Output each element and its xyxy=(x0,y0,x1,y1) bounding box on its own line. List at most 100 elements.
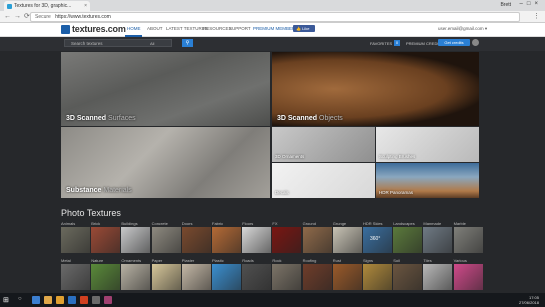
tile-label-rest: Surfaces xyxy=(108,115,136,122)
tab-title: Textures for 3D, graphic... xyxy=(14,3,72,9)
category-thumbnail xyxy=(302,227,332,253)
category-floors[interactable]: Floors xyxy=(242,221,272,253)
category-fabric[interactable]: Fabric xyxy=(212,221,241,253)
category-thumbnail: 360° xyxy=(363,227,392,253)
tile-label-lead: 3D Scanned xyxy=(277,115,318,122)
nav-resources[interactable]: RESOURCES xyxy=(203,26,232,31)
tile-3d-ornaments[interactable]: 3D Ornaments xyxy=(272,127,375,162)
category-metal[interactable]: Metal xyxy=(61,258,90,290)
app-icon[interactable] xyxy=(80,296,88,304)
tile-hdr-panoramas[interactable]: HDR Panoramas xyxy=(376,163,479,198)
site-logo[interactable]: textures.com xyxy=(72,24,126,34)
category-thumbnail xyxy=(61,227,90,253)
tile-decals[interactable]: Decals xyxy=(272,163,375,198)
tile-label-lead: 3D Scanned xyxy=(66,115,107,122)
category-hdr-skies[interactable]: HDR Skies 360° xyxy=(363,221,392,253)
search-filter-select[interactable]: All xyxy=(150,41,154,46)
category-concrete[interactable]: Concrete xyxy=(151,221,181,253)
security-indicator[interactable]: Secure xyxy=(35,14,51,20)
tile-label-lead: Substance xyxy=(66,187,102,194)
favorites-link[interactable]: FAVORITES xyxy=(370,41,392,46)
category-plaster[interactable]: Plaster xyxy=(181,258,211,290)
photo-textures-heading: Photo Textures xyxy=(61,208,121,218)
category-nature[interactable]: Nature xyxy=(91,258,121,290)
category-landscapes[interactable]: Landscapes xyxy=(393,221,423,253)
category-thumbnail xyxy=(332,264,362,290)
user-avatar-icon[interactable] xyxy=(472,39,479,46)
category-tiles[interactable]: Tiles xyxy=(423,258,453,290)
category-rock[interactable]: Rock xyxy=(272,258,302,290)
category-buildings[interactable]: Buildings xyxy=(121,221,151,253)
taskbar-search-icon[interactable]: ○ xyxy=(18,296,22,302)
category-thumbnail xyxy=(453,227,483,253)
tile-substance-materials[interactable]: Substance Materials xyxy=(61,127,270,198)
category-brick[interactable]: Brick xyxy=(91,221,121,253)
category-thumbnail xyxy=(121,264,151,290)
category-roads[interactable]: Roads xyxy=(242,258,272,290)
category-thumbnail xyxy=(121,227,151,253)
nav-latest-textures[interactable]: LATEST TEXTURES xyxy=(166,26,208,31)
category-thumbnail xyxy=(212,264,241,290)
window-controls[interactable]: –□× xyxy=(520,1,542,7)
nav-about[interactable]: ABOUT xyxy=(147,26,163,31)
category-various[interactable]: Various xyxy=(453,258,483,290)
file-explorer-icon[interactable] xyxy=(44,296,52,304)
category-ornaments[interactable]: Ornaments xyxy=(121,258,151,290)
user-account-menu[interactable]: user.email@gmail.com ▾ xyxy=(438,26,487,32)
tile-label-rest: Materials xyxy=(103,187,132,194)
category-rust[interactable]: Rust xyxy=(332,258,362,290)
search-input[interactable]: Search textures xyxy=(64,39,172,47)
app-icon[interactable] xyxy=(68,296,76,304)
logo-icon[interactable] xyxy=(61,25,70,34)
nav-home[interactable]: HOME xyxy=(127,26,141,31)
browser-menu-icon[interactable]: ⋮ xyxy=(533,12,540,20)
category-plastic[interactable]: Plastic xyxy=(212,258,241,290)
category-soil[interactable]: Soil xyxy=(393,258,423,290)
start-button[interactable]: ⊞ xyxy=(3,296,9,304)
category-roofing[interactable]: Roofing xyxy=(302,258,332,290)
browser-nav-buttons[interactable]: ←→⟳ xyxy=(4,12,33,20)
category-thumbnail xyxy=(181,264,211,290)
tile-sculpting-brushes[interactable]: Sculpting Brushes xyxy=(376,127,479,162)
search-button[interactable]: ⚲ xyxy=(182,39,193,47)
app-icon[interactable] xyxy=(104,296,112,304)
nav-support[interactable]: SUPPORT xyxy=(229,26,251,31)
tile-label: 3D Scanned Objects xyxy=(277,115,343,122)
tile-label-rest: Objects xyxy=(319,115,343,122)
category-thumbnail xyxy=(272,227,302,253)
tile-label: 3D Ornaments xyxy=(275,154,305,159)
category-manmade[interactable]: Manmade xyxy=(423,221,453,253)
category-thumbnail xyxy=(363,264,392,290)
taskbar-clock[interactable]: 17:05 27/06/2018 xyxy=(519,295,539,305)
browser-profile[interactable]: Brett xyxy=(500,2,511,8)
chrome-icon[interactable] xyxy=(56,296,64,304)
get-credits-button[interactable]: Get credits xyxy=(438,39,470,46)
browser-tab[interactable]: Textures for 3D, graphic... × xyxy=(4,1,90,11)
tile-3d-scanned-surfaces[interactable]: 3D Scanned Surfaces xyxy=(61,52,270,126)
category-thumbnail xyxy=(61,264,90,290)
category-thumbnail xyxy=(151,227,181,253)
nav-premium-member[interactable]: PREMIUM MEMBER xyxy=(253,26,295,31)
category-thumbnail xyxy=(151,264,181,290)
facebook-like-button[interactable]: 👍 Like 72K xyxy=(293,25,315,36)
category-fx[interactable]: FX xyxy=(272,221,302,253)
category-animals[interactable]: Animals xyxy=(61,221,90,253)
category-paper[interactable]: Paper xyxy=(151,258,181,290)
category-thumbnail xyxy=(423,227,453,253)
hdr-360-badge: 360° xyxy=(370,236,381,242)
app-icon[interactable] xyxy=(92,296,100,304)
tab-close-icon[interactable]: × xyxy=(84,3,87,9)
category-marble[interactable]: Marble xyxy=(453,221,483,253)
category-thumbnail xyxy=(453,264,483,290)
tile-label: Sculpting Brushes xyxy=(379,154,416,159)
category-signs[interactable]: Signs xyxy=(363,258,392,290)
url-field[interactable]: Secure https://www.textures.com xyxy=(30,12,520,22)
category-thumbnail xyxy=(242,227,272,253)
category-doors[interactable]: Doors xyxy=(181,221,211,253)
category-grunge[interactable]: Grunge xyxy=(332,221,362,253)
category-thumbnail xyxy=(91,227,121,253)
category-ground[interactable]: Ground xyxy=(302,221,332,253)
tile-3d-scanned-objects[interactable]: 3D Scanned Objects xyxy=(272,52,479,126)
task-view-icon[interactable] xyxy=(32,296,40,304)
url-text: https://www.textures.com xyxy=(55,14,111,20)
